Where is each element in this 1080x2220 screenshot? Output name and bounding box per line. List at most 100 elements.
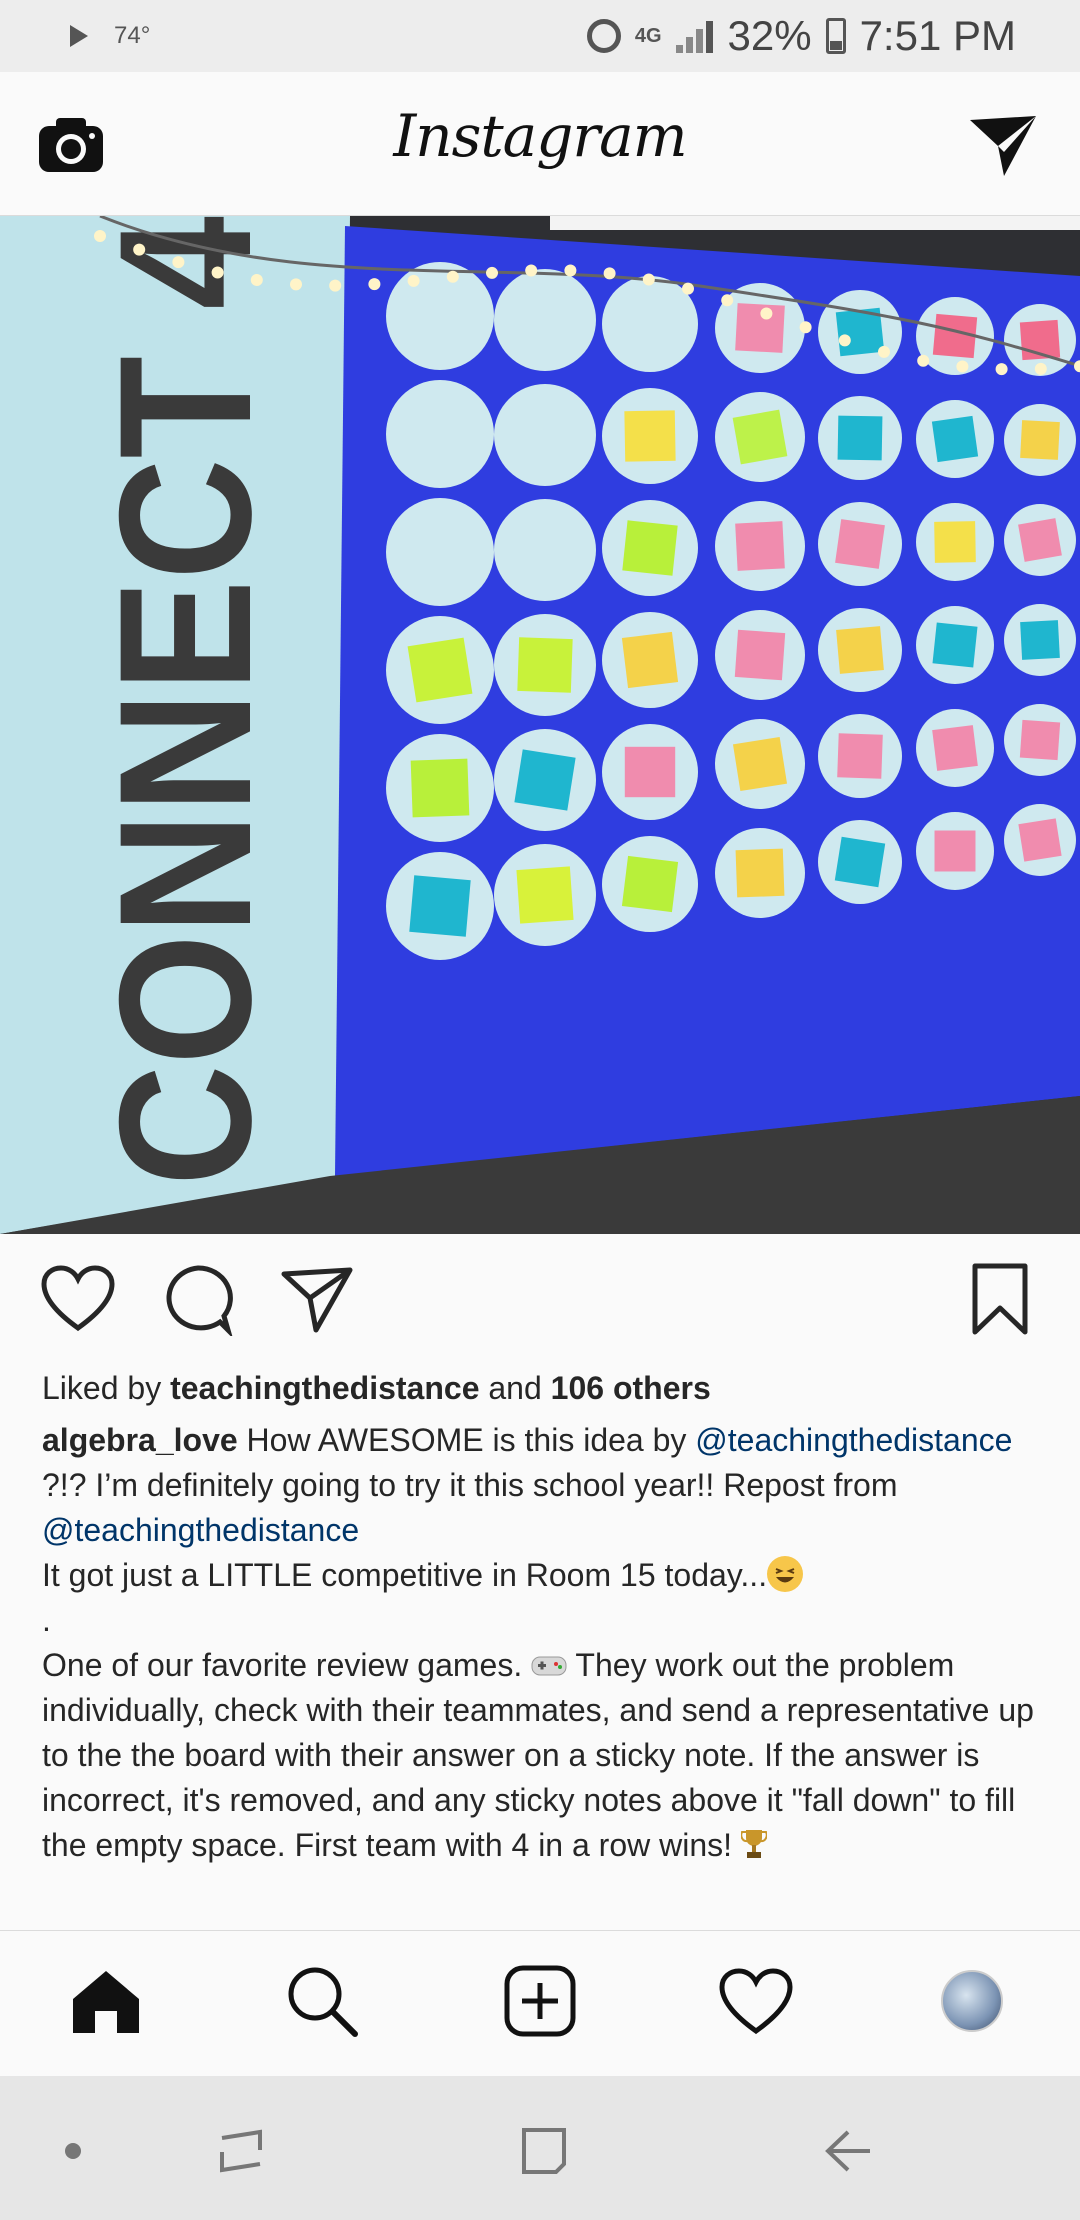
string-light (329, 279, 342, 292)
string-light (721, 294, 734, 307)
sticky-note (732, 409, 788, 465)
game-controller-emoji-icon (531, 1645, 567, 1676)
string-light (94, 230, 106, 242)
battery-icon (825, 18, 846, 54)
sticky-note (835, 519, 885, 569)
sticky-note (837, 415, 883, 461)
app-logo: Instagram (393, 102, 687, 170)
string-light (407, 274, 420, 287)
caption-line-3: . (42, 1602, 51, 1638)
sticky-note (836, 626, 884, 674)
back-icon[interactable] (812, 2116, 882, 2186)
string-light (995, 363, 1008, 376)
sticky-note (837, 733, 883, 779)
sticky-note (407, 637, 473, 703)
sticky-note (932, 725, 978, 771)
board-hole (494, 384, 596, 486)
share-icon[interactable] (280, 1266, 354, 1334)
recents-icon[interactable] (206, 2116, 276, 2186)
string-light (211, 266, 224, 279)
comment-icon[interactable] (162, 1264, 234, 1339)
sticky-note (410, 758, 470, 818)
string-light (917, 354, 930, 367)
trophy-emoji-icon (740, 1827, 768, 1859)
status-left: 74° (70, 0, 150, 72)
heart-icon[interactable] (40, 1264, 116, 1334)
avatar (941, 1970, 1003, 2032)
sticky-note (514, 749, 576, 811)
sticky-note (735, 848, 785, 898)
sticky-note (931, 415, 979, 463)
sticky-note (932, 622, 978, 668)
sticky-note (621, 631, 679, 689)
home-button-icon[interactable] (508, 2116, 578, 2186)
sticky-note (621, 855, 679, 913)
status-bar: 74° 4G 32% 7:51 PM (0, 0, 1080, 72)
sticky-note (517, 637, 573, 693)
sticky-note (409, 875, 471, 937)
sticky-note (735, 303, 785, 353)
sticky-note (1020, 620, 1060, 660)
string-light (838, 334, 851, 347)
string-light (682, 282, 694, 295)
board-hole (386, 262, 494, 370)
sticky-note (1018, 518, 1062, 562)
sticky-note (834, 836, 886, 888)
signal-icon (675, 19, 714, 53)
caption-line-4: One of our favorite review games. (42, 1647, 532, 1683)
likes-user-link[interactable]: teachingthedistance (170, 1370, 479, 1406)
sticky-note (624, 410, 676, 462)
battery-percent: 32% (727, 12, 812, 59)
string-light (133, 243, 146, 256)
sticky-note (516, 866, 574, 924)
likes-prefix: Liked by (42, 1370, 171, 1406)
grinning-squinting-emoji-icon (767, 1556, 804, 1592)
caption-mention-2[interactable]: @teachingthedistance (42, 1512, 359, 1548)
sticky-note (735, 521, 785, 571)
string-light (250, 273, 263, 286)
app-bar: Instagram (0, 72, 1080, 216)
direct-message-icon[interactable] (968, 112, 1038, 178)
status-right: 4G 32% 7:51 PM (586, 0, 1016, 72)
board-hole (494, 269, 596, 371)
sticky-note (934, 830, 976, 872)
network-indicator: 4G (634, 25, 662, 47)
sticky-note (624, 746, 676, 798)
board-hole (494, 499, 596, 601)
sticky-note (1020, 420, 1060, 460)
string-light (642, 273, 655, 286)
string-light (525, 264, 538, 277)
temperature: 74° (114, 22, 151, 49)
bookmark-icon[interactable] (970, 1262, 1030, 1336)
alarm-icon (586, 19, 621, 53)
caption-text-1: How AWESOME is this idea by (237, 1422, 696, 1458)
new-post-icon[interactable] (500, 1961, 580, 2041)
sticky-note (1019, 719, 1061, 761)
string-light (799, 321, 812, 334)
sticky-note (734, 629, 786, 681)
clock: 7:51 PM (859, 12, 1016, 59)
sticky-note (732, 736, 788, 792)
string-light (486, 266, 498, 279)
board-hole (386, 380, 494, 488)
string-light (1034, 362, 1047, 375)
system-navigation (0, 2076, 1080, 2220)
profile-avatar[interactable] (932, 1961, 1012, 2041)
post-caption: algebra_love How AWESOME is this idea by… (42, 1418, 1042, 1868)
string-light (446, 270, 459, 283)
search-icon[interactable] (282, 1961, 362, 2041)
caption-mention-1[interactable]: @teachingthedistance (695, 1422, 1012, 1458)
likes-middle: and (479, 1370, 551, 1406)
board-hole (386, 498, 494, 606)
activity-icon[interactable] (716, 1961, 796, 2041)
string-light (603, 267, 616, 280)
likes-others-link[interactable]: 106 others (551, 1370, 711, 1406)
caption-text-2: ?!? I’m definitely going to try it this … (42, 1467, 898, 1503)
caption-username[interactable]: algebra_love (42, 1422, 238, 1458)
post-photo[interactable]: CONNECT 4 (0, 216, 1080, 1234)
sticky-note (622, 520, 678, 576)
dot-icon[interactable] (38, 2116, 108, 2186)
string-light (564, 264, 577, 277)
home-icon[interactable] (66, 1961, 146, 2041)
play-icon (70, 25, 88, 47)
